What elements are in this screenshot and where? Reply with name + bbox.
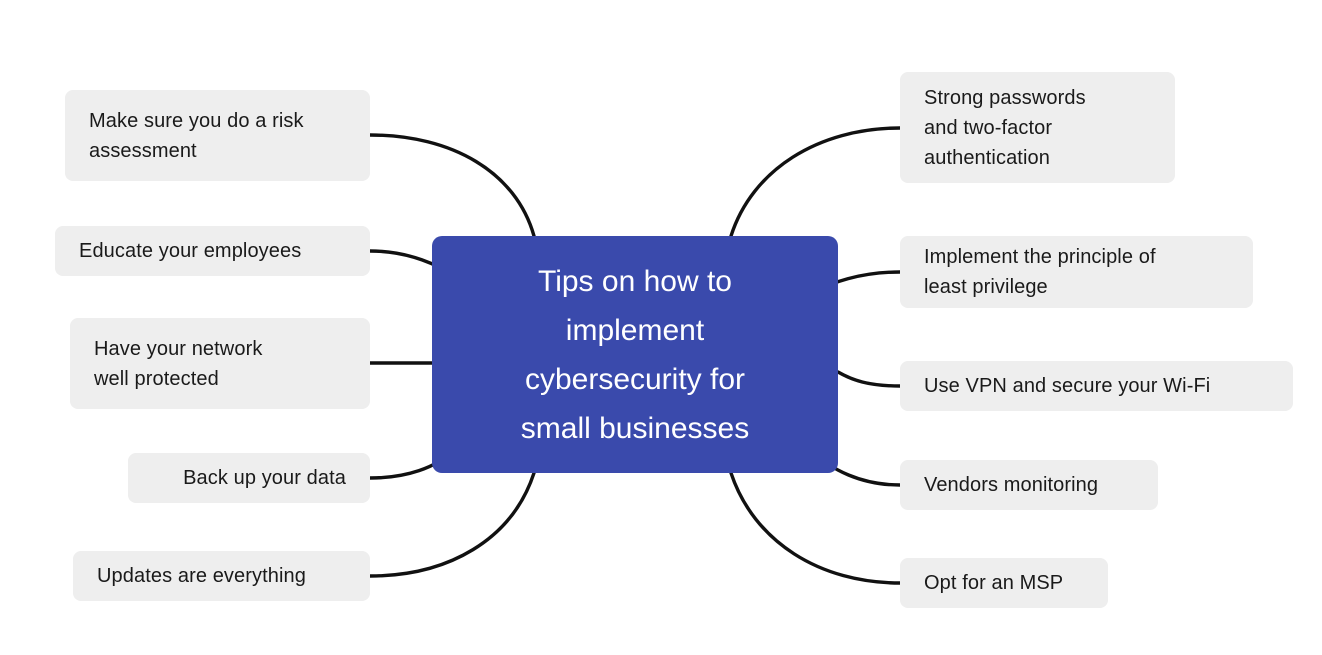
branch-node-right-2[interactable]: Implement the principle of least privile… (900, 236, 1253, 308)
connector-right-1 (729, 126, 902, 238)
branch-label-left-2-line-1: Educate your employees (79, 240, 302, 262)
branch-node-right-3[interactable]: Use VPN and secure your Wi-Fi (900, 361, 1293, 411)
connector-left-1 (368, 133, 536, 238)
central-node-line-3: cybersecurity for (524, 362, 746, 396)
central-node[interactable]: Tips on how to implement cybersecurity f… (432, 236, 838, 473)
branch-label-right-3-line-1: Use VPN and secure your Wi-Fi (924, 375, 1211, 397)
central-node-line-1: Tips on how to (538, 264, 732, 298)
branch-label-left-4-line-1: Back up your data (183, 467, 346, 489)
branch-label-left-1-line-1: Make sure you do a risk (89, 109, 304, 132)
mind-map-canvas: Tips on how to implement cybersecurity f… (0, 0, 1322, 655)
branch-node-left-2[interactable]: Educate your employees (55, 226, 370, 276)
branch-node-left-1[interactable]: Make sure you do a risk assessment (65, 90, 370, 181)
branch-node-left-3[interactable]: Have your network well protected (70, 318, 370, 409)
branch-label-right-1-line-3: authentication (924, 146, 1050, 169)
branch-label-left-5-line-1: Updates are everything (97, 565, 306, 587)
central-node-line-4: small businesses (520, 411, 750, 445)
branch-label-right-4-line-1: Vendors monitoring (924, 474, 1099, 496)
branch-node-right-1[interactable]: Strong passwords and two-factor authenti… (900, 72, 1175, 183)
connector-left-5 (368, 471, 536, 578)
branch-node-left-5[interactable]: Updates are everything (73, 551, 370, 601)
connector-right-3 (836, 370, 902, 388)
branch-label-right-2-line-2: least privilege (924, 276, 1048, 298)
branch-node-right-5[interactable]: Opt for an MSP (900, 558, 1108, 608)
connector-right-5 (729, 471, 902, 585)
branch-label-right-1-line-2: and two-factor (924, 116, 1053, 139)
central-node-line-2: implement (565, 313, 705, 347)
branch-label-right-2-line-1: Implement the principle of (924, 246, 1156, 268)
branch-label-left-1-line-2: assessment (89, 139, 197, 162)
central-node-label: Tips on how to implement cybersecurity f… (521, 257, 749, 453)
branch-node-left-4[interactable]: Back up your data (128, 453, 370, 503)
branch-node-right-4[interactable]: Vendors monitoring (900, 460, 1158, 510)
branch-label-left-3-line-1: Have your network (94, 337, 263, 360)
branch-label-left-3-line-2: well protected (94, 367, 219, 390)
branch-label-right-5-line-1: Opt for an MSP (924, 572, 1064, 594)
branch-label-right-1-line-1: Strong passwords (924, 86, 1086, 109)
